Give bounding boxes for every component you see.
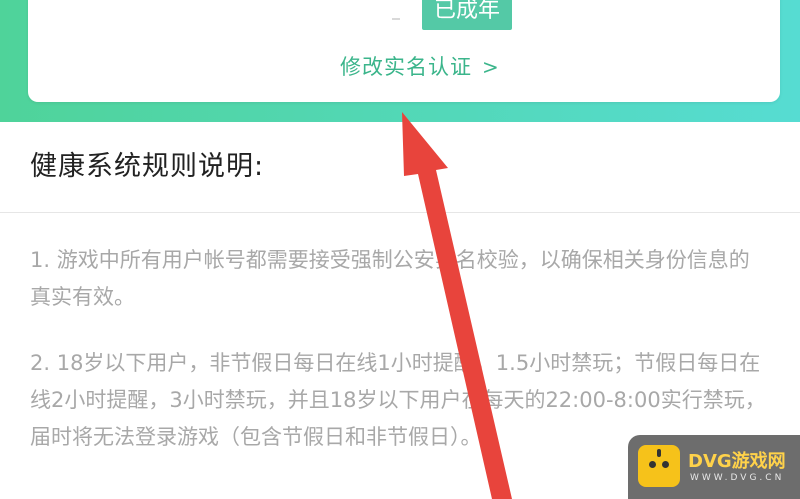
divider: [0, 212, 800, 213]
page: 已成年 修改实名认证 > 健康系统规则说明: 1. 游戏中所有用户帐号都需要接受强…: [0, 0, 800, 499]
health-rules-title: 健康系统规则说明:: [30, 151, 265, 182]
realname-status-card: 已成年 修改实名认证 >: [28, 0, 780, 102]
adult-status-badge: 已成年: [422, 0, 513, 30]
modify-realname-link[interactable]: 修改实名认证 >: [340, 50, 500, 84]
site-watermark: DVG游戏网 WWW.DVG.CN: [628, 435, 800, 499]
watermark-title: DVG游戏网: [688, 451, 786, 472]
watermark-subtitle: WWW.DVG.CN: [690, 473, 785, 483]
masked-name-mark: [392, 18, 400, 20]
chevron-right-icon: >: [482, 55, 500, 79]
rule-item: 1. 游戏中所有用户帐号都需要接受强制公安实名校验，以确保相关身份信息的真实有效…: [30, 248, 750, 309]
modify-realname-label: 修改实名认证: [340, 55, 472, 79]
gamepad-logo-icon: [638, 445, 680, 487]
